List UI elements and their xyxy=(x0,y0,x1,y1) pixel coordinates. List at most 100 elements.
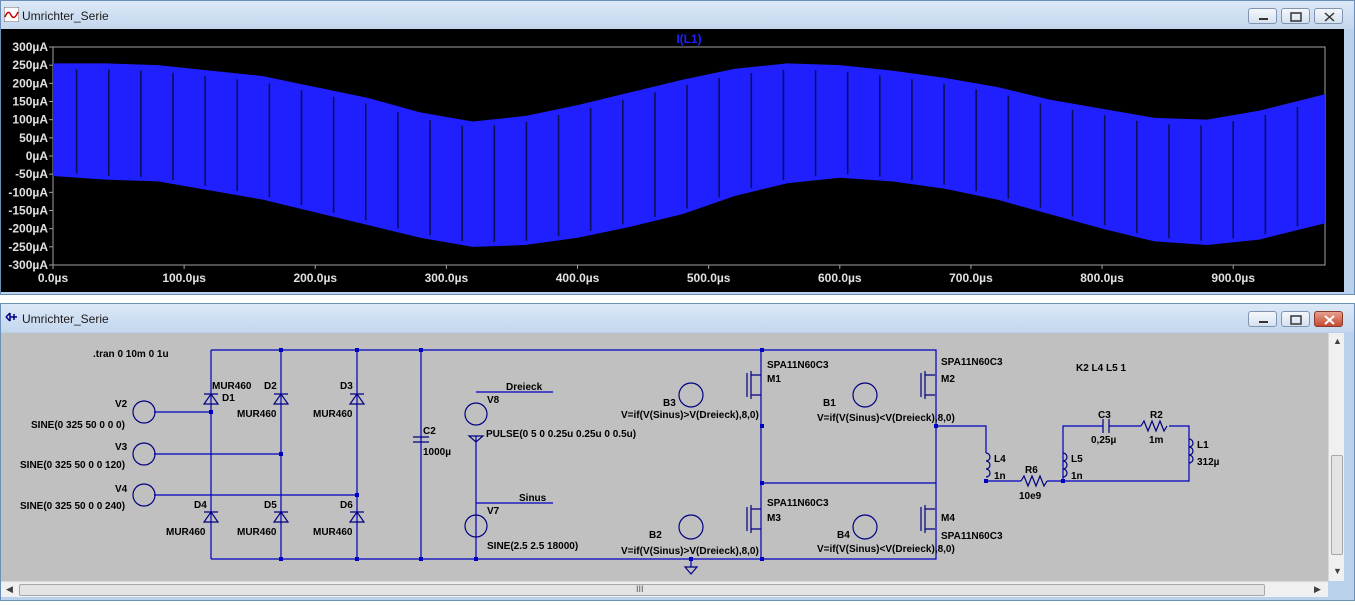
svg-text:SPA11N60C3: SPA11N60C3 xyxy=(767,498,829,509)
x-tick-label: 200.0µs xyxy=(293,271,337,285)
bsource-b3[interactable]: B3 V=if(V(Sinus)>V(Dreieck),8,0) xyxy=(621,382,759,421)
minimize-icon xyxy=(1259,18,1268,20)
svg-text:SPA11N60C3: SPA11N60C3 xyxy=(941,531,1003,542)
schematic-window: Umrichter_Serie .tran 0 10m 0 1u K2 L4 L… xyxy=(0,303,1355,601)
y-tick-label: 50µA xyxy=(19,131,48,145)
waveform-close-button[interactable] xyxy=(1314,8,1343,24)
mosfet-m3[interactable]: SPA11N60C3 M3 xyxy=(746,498,829,533)
bsource-b2[interactable]: B2 V=if(V(Sinus)>V(Dreieck),8,0) xyxy=(621,514,759,557)
mosfet-m1[interactable]: SPA11N60C3 M1 xyxy=(746,360,829,399)
svg-text:1m: 1m xyxy=(1149,435,1164,446)
source-v4[interactable]: V4 SINE(0 325 50 0 0 240) xyxy=(20,483,156,512)
schematic-maximize-button[interactable] xyxy=(1281,311,1310,327)
svg-text:C2: C2 xyxy=(423,426,436,437)
resistor-r2[interactable]: R2 1m xyxy=(1140,410,1168,446)
inductor-l5[interactable]: L5 1n xyxy=(1062,452,1083,482)
x-tick-label: 800.0µs xyxy=(1080,271,1124,285)
waveform-minimize-button[interactable] xyxy=(1248,8,1277,24)
svg-text:MUR460: MUR460 xyxy=(166,527,206,538)
scroll-right-icon[interactable]: ▶ xyxy=(1314,584,1321,595)
source-v3[interactable]: V3 SINE(0 325 50 0 0 120) xyxy=(20,442,156,471)
schematic-drawing[interactable]: .tran 0 10m 0 1u K2 L4 L5 1 V2 SINE(0 32… xyxy=(1,333,1328,581)
diode-d6[interactable]: D6 MUR460 xyxy=(313,500,366,538)
waveform-maximize-button[interactable] xyxy=(1281,8,1310,24)
svg-text:MUR460: MUR460 xyxy=(237,527,277,538)
bsource-b1[interactable]: B1 V=if(V(Sinus)<V(Dreieck),8,0) xyxy=(817,382,955,424)
coupling-directive[interactable]: K2 L4 L5 1 xyxy=(1076,363,1126,374)
svg-text:L1: L1 xyxy=(1197,440,1209,451)
x-tick-label: 700.0µs xyxy=(949,271,993,285)
restore-icon xyxy=(1290,315,1302,325)
capacitor-c3[interactable]: C3 0,25µ xyxy=(1091,410,1116,446)
y-tick-label: -50µA xyxy=(15,167,48,181)
resistor-r6[interactable]: R6 10e9 xyxy=(1019,465,1048,502)
inductor-l1[interactable]: L1 312µ xyxy=(1188,438,1220,468)
y-tick-label: -150µA xyxy=(8,204,48,218)
diode-d4[interactable]: D4 MUR460 xyxy=(166,500,220,538)
waveform-plot[interactable]: I(L1) 300µA 250µA 200µA 150µA 100µA 50µA 0µA -5… xyxy=(1,29,1344,292)
waveform-window-title: Umrichter_Serie xyxy=(22,9,109,23)
svg-text:MUR460: MUR460 xyxy=(212,381,252,392)
diode-d5[interactable]: D5 MUR460 xyxy=(237,500,290,538)
schematic-close-button[interactable] xyxy=(1314,311,1343,327)
x-axis: 0.0µs 100.0µs 200.0µs 300.0µs 400.0µs 500.0µs… xyxy=(38,265,1255,285)
close-icon xyxy=(1324,12,1335,22)
svg-text:R6: R6 xyxy=(1025,465,1038,476)
x-tick-label: 0.0µs xyxy=(38,271,69,285)
svg-text:MUR460: MUR460 xyxy=(313,409,353,420)
svg-text:V=if(V(Sinus)>V(Dreieck),8,0): V=if(V(Sinus)>V(Dreieck),8,0) xyxy=(621,410,759,421)
tran-directive[interactable]: .tran 0 10m 0 1u xyxy=(93,349,169,360)
y-tick-label: -300µA xyxy=(8,258,48,272)
scroll-left-icon[interactable]: ◀ xyxy=(6,584,13,595)
vertical-scroll-thumb[interactable] xyxy=(1331,455,1343,555)
schematic-titlebar[interactable]: Umrichter_Serie xyxy=(1,304,1354,332)
x-tick-label: 900.0µs xyxy=(1211,271,1255,285)
plot-pane[interactable]: I(L1) 300µA 250µA 200µA 150µA 100µA 50µA 0µA -5… xyxy=(1,29,1344,292)
capacitor-c2[interactable]: C2 1000µ xyxy=(413,426,451,458)
schematic-canvas[interactable]: .tran 0 10m 0 1u K2 L4 L5 1 V2 SINE(0 32… xyxy=(1,333,1328,581)
waveform-titlebar[interactable]: Umrichter_Serie xyxy=(1,1,1354,29)
svg-text:SINE(0 325 50 0 0 0): SINE(0 325 50 0 0 0) xyxy=(31,420,125,431)
diode-d3[interactable]: D3 MUR460 xyxy=(313,381,366,420)
x-tick-label: 400.0µs xyxy=(556,271,600,285)
horizontal-scrollbar[interactable]: ◀ III ▶ xyxy=(1,581,1328,597)
y-tick-label: 0µA xyxy=(26,149,49,163)
y-axis: 300µA 250µA 200µA 150µA 100µA 50µA 0µA -50µA -10… xyxy=(8,40,53,272)
svg-text:B3: B3 xyxy=(663,398,676,409)
source-v7[interactable]: V7 Sinus SINE(2.5 2.5 18000) xyxy=(464,493,578,552)
close-icon xyxy=(1324,315,1335,325)
svg-text:R2: R2 xyxy=(1150,410,1163,421)
mosfet-m4[interactable]: M4 SPA11N60C3 xyxy=(920,505,1003,542)
schematic-window-title: Umrichter_Serie xyxy=(22,312,109,326)
y-tick-label: 250µA xyxy=(12,58,48,72)
svg-text:Sinus: Sinus xyxy=(519,493,547,504)
scroll-down-icon[interactable]: ▼ xyxy=(1333,566,1342,576)
y-tick-label: 300µA xyxy=(12,40,48,54)
svg-text:312µ: 312µ xyxy=(1197,457,1220,468)
svg-text:V8: V8 xyxy=(487,395,500,406)
y-tick-label: -200µA xyxy=(8,222,48,236)
schematic-minimize-button[interactable] xyxy=(1248,311,1277,327)
horizontal-scroll-thumb[interactable]: III xyxy=(19,584,1265,596)
vertical-scrollbar[interactable]: ▲ ▼ xyxy=(1328,333,1344,581)
inductor-l4[interactable]: L4 1n xyxy=(985,452,1006,482)
svg-text:B1: B1 xyxy=(823,398,836,409)
source-v8[interactable]: V8 Dreieck PULSE(0 5 0 0.25u 0.25u 0 0.5… xyxy=(464,382,636,443)
mosfet-m2[interactable]: SPA11N60C3 M2 xyxy=(920,357,1003,399)
svg-text:PULSE(0 5 0 0.25u 0.25u 0 0.5u: PULSE(0 5 0 0.25u 0.25u 0 0.5u) xyxy=(486,429,636,440)
x-tick-label: 600.0µs xyxy=(818,271,862,285)
svg-text:SINE(0 325 50 0 0 120): SINE(0 325 50 0 0 120) xyxy=(20,460,125,471)
svg-text:MUR460: MUR460 xyxy=(237,409,277,420)
waveform-window: Umrichter_Serie I(L1) 300µA 250µA 200µA 150… xyxy=(0,0,1355,295)
svg-text:Dreieck: Dreieck xyxy=(506,382,543,393)
source-v2[interactable]: V2 SINE(0 325 50 0 0 0) xyxy=(31,399,156,431)
trace-label-il1[interactable]: I(L1) xyxy=(676,32,701,46)
svg-text:B4: B4 xyxy=(837,530,850,541)
x-tick-label: 300.0µs xyxy=(425,271,469,285)
svg-text:1000µ: 1000µ xyxy=(423,447,451,458)
y-tick-label: -100µA xyxy=(8,185,48,199)
bsource-b4[interactable]: B4 V=if(V(Sinus)<V(Dreieck),8,0) xyxy=(817,514,955,555)
svg-text:M4: M4 xyxy=(941,513,955,524)
svg-text:10e9: 10e9 xyxy=(1019,491,1042,502)
scroll-up-icon[interactable]: ▲ xyxy=(1333,336,1342,346)
